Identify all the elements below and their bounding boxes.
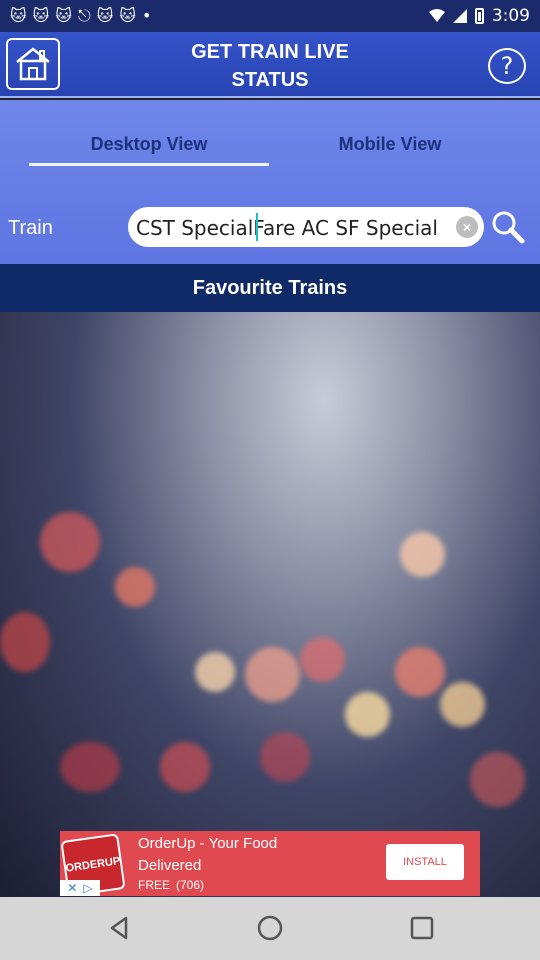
- signal-icon: [452, 9, 467, 23]
- bokeh-light: [0, 612, 50, 672]
- ad-rating-count: (706): [176, 878, 205, 892]
- ad-title: OrderUp - Your Food: [138, 835, 278, 852]
- tab-desktop-view[interactable]: Desktop View: [29, 134, 269, 155]
- ad-close-button[interactable]: ✕ ▷: [60, 880, 100, 896]
- status-right: 3:09: [428, 6, 530, 26]
- status-bar: 🐱🐱🐱⎋🐱🐱• 3:09: [0, 0, 540, 32]
- tab-selected-indicator: [29, 163, 269, 166]
- back-icon: [110, 916, 128, 940]
- bokeh-light: [260, 732, 310, 782]
- background-image: [0, 312, 540, 897]
- search-input-value: CST SpecialFare AC SF Special: [136, 216, 438, 240]
- search-button[interactable]: [489, 207, 527, 247]
- status-time: 3:09: [491, 6, 530, 26]
- nav-home-button[interactable]: [255, 913, 285, 943]
- ad-install-button[interactable]: INSTALL: [386, 844, 464, 880]
- bokeh-light: [395, 647, 445, 697]
- home-button[interactable]: [6, 38, 60, 90]
- view-panel: Desktop View Mobile View Train CST Speci…: [0, 100, 540, 264]
- wifi-icon: [428, 9, 445, 22]
- title-line-1: GET TRAIN LIVE: [191, 41, 349, 63]
- recents-icon: [410, 916, 434, 940]
- ad-banner[interactable]: ORDERUP OrderUp - Your Food Delivered FR…: [60, 831, 480, 897]
- bokeh-light: [400, 532, 445, 577]
- notification-icons: 🐱🐱🐱⎋🐱🐱•: [10, 6, 158, 25]
- app-header: GET TRAIN LIVE STATUS ?: [0, 32, 540, 98]
- help-button[interactable]: ?: [488, 48, 526, 84]
- home-circle-icon: [257, 915, 283, 941]
- favourite-trains-title: Favourite Trains: [192, 276, 348, 299]
- home-icon: [16, 47, 50, 81]
- text-caret: [256, 213, 258, 241]
- bokeh-light: [245, 647, 300, 702]
- close-icon: ✕: [67, 881, 78, 895]
- tab-mobile-view[interactable]: Mobile View: [270, 134, 510, 155]
- close-icon: ×: [462, 219, 472, 235]
- favourite-trains-header[interactable]: Favourite Trains: [0, 264, 540, 312]
- battery-icon: [474, 8, 484, 24]
- ad-subtitle: Delivered: [138, 857, 202, 874]
- bokeh-light: [300, 637, 345, 682]
- adchoices-icon: ▷: [83, 881, 93, 895]
- title-line-2: STATUS: [231, 69, 309, 91]
- page-title: GET TRAIN LIVE STATUS: [150, 38, 390, 94]
- search-icon: [492, 211, 525, 244]
- help-icon: ?: [500, 52, 514, 80]
- train-search-input[interactable]: CST SpecialFare AC SF Special ×: [128, 207, 484, 247]
- bokeh-light: [160, 742, 210, 792]
- bokeh-light: [60, 742, 120, 792]
- bokeh-light: [40, 512, 100, 572]
- bokeh-light: [195, 652, 235, 692]
- nav-back-button[interactable]: [104, 913, 134, 943]
- system-nav-bar: [0, 897, 540, 960]
- nav-recents-button[interactable]: [407, 913, 437, 943]
- bokeh-light: [470, 752, 525, 807]
- clear-search-button[interactable]: ×: [456, 216, 478, 238]
- bokeh-light: [345, 692, 390, 737]
- bokeh-light: [440, 682, 485, 727]
- train-label: Train: [8, 217, 53, 239]
- ad-price: FREE: [138, 878, 171, 892]
- bokeh-light: [115, 567, 155, 607]
